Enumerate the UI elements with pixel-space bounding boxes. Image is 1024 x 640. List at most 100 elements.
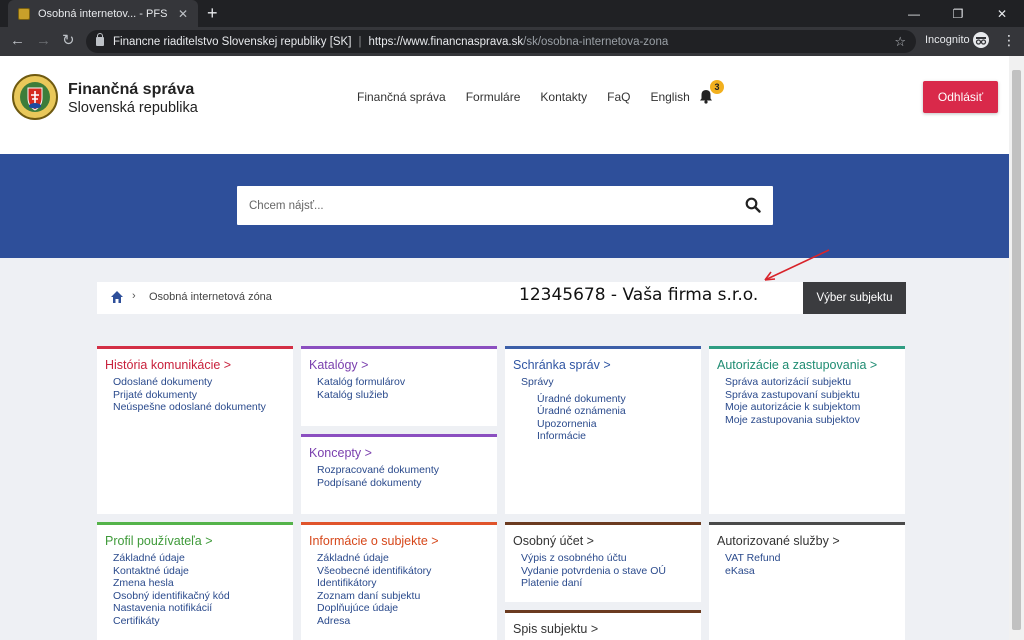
card-schranka-sprav: Schránka správ > Správy Úradné dokumenty… <box>505 346 701 514</box>
link-vypis-z-uctu[interactable]: Výpis z osobného účtu <box>521 552 693 565</box>
link-rozpracovane-dokumenty[interactable]: Rozpracované dokumenty <box>317 464 489 477</box>
search-icon[interactable] <box>745 197 761 213</box>
url-path: /sk/osobna-internetova-zona <box>523 35 669 48</box>
link-odoslane-dokumenty[interactable]: Odoslané dokumenty <box>113 376 285 389</box>
search-banner <box>0 154 1009 258</box>
reload-button[interactable]: ↻ <box>62 32 75 50</box>
card-title[interactable]: Spis subjektu > <box>513 622 693 636</box>
favicon-icon <box>18 7 30 20</box>
lock-icon <box>96 33 104 46</box>
link-adresa[interactable]: Adresa <box>317 615 489 628</box>
link-uradne-dokumenty[interactable]: Úradné dokumenty <box>537 393 693 406</box>
link-osobny-identifikacny-kod[interactable]: Osobný identifikačný kód <box>113 590 285 603</box>
select-subject-button[interactable]: Výber subjektu <box>803 282 906 314</box>
link-upozornenia[interactable]: Upozornenia <box>537 418 693 431</box>
card-osobny-ucet: Osobný účet > Výpis z osobného účtu Vyda… <box>505 522 701 602</box>
close-window-button[interactable]: ✕ <box>980 0 1024 27</box>
link-vseobecne-identifikatory[interactable]: Všeobecné identifikátory <box>317 565 489 578</box>
link-neuspesne-odoslane[interactable]: Neúspešne odoslané dokumenty <box>113 401 285 414</box>
card-profil-pouzivatela: Profil používateľa > Základné údaje Kont… <box>97 522 293 640</box>
card-title[interactable]: Koncepty > <box>309 446 489 460</box>
minimize-button[interactable]: — <box>892 0 936 27</box>
brand-country: Slovenská republika <box>68 100 198 116</box>
card-informacie-o-subjekte: Informácie o subjekte > Základné údaje V… <box>301 522 497 640</box>
link-podpisane-dokumenty[interactable]: Podpísané dokumenty <box>317 477 489 490</box>
link-prijate-dokumenty[interactable]: Prijaté dokumenty <box>113 389 285 402</box>
address-separator: | <box>358 35 362 48</box>
link-sprava-zastupovani[interactable]: Správa zastupovaní subjektu <box>725 389 897 402</box>
card-title[interactable]: Autorizácie a zastupovania > <box>717 358 897 372</box>
forward-button[interactable]: → <box>36 32 51 50</box>
link-ekasa[interactable]: eKasa <box>725 565 897 578</box>
search-input[interactable] <box>237 186 727 225</box>
card-autorizovane-sluzby: Autorizované služby > VAT Refund eKasa <box>709 522 905 640</box>
incognito-label: Incognito <box>925 34 970 46</box>
brand-name[interactable]: Finančná správa <box>68 81 194 99</box>
link-certifikaty[interactable]: Certifikáty <box>113 615 285 628</box>
browser-toolbar: ← → ↻ Financne riaditelstvo Slovenskej r… <box>0 27 1024 56</box>
annotation-arrow <box>764 249 830 281</box>
link-moje-autorizacie[interactable]: Moje autorizácie k subjektom <box>725 401 897 414</box>
browser-tab-strip: Osobná internetov... - PFS ✕ + — ❐ ✕ <box>0 0 1024 27</box>
card-title[interactable]: Profil používateľa > <box>105 534 285 548</box>
card-spis-subjektu: Spis subjektu > <box>505 610 701 640</box>
incognito-icon[interactable] <box>973 32 989 48</box>
back-button[interactable]: ← <box>10 32 25 50</box>
nav-faq[interactable]: FaQ <box>607 90 630 104</box>
home-icon[interactable] <box>110 290 124 304</box>
link-doplnujuce-udaje[interactable]: Doplňujúce údaje <box>317 602 489 615</box>
card-title[interactable]: História komunikácie > <box>105 358 285 372</box>
url-host: https://www.financnasprava.sk <box>368 35 524 48</box>
card-title[interactable]: Katalógy > <box>309 358 489 372</box>
link-zakladne-udaje-subjektu[interactable]: Základné údaje <box>317 552 489 565</box>
card-title[interactable]: Osobný účet > <box>513 534 693 548</box>
bookmark-star-icon[interactable]: ☆ <box>894 34 906 50</box>
link-vydanie-potvrdenia[interactable]: Vydanie potvrdenia o stave OÚ <box>521 565 693 578</box>
link-sprava-autorizacii[interactable]: Správa autorizácií subjektu <box>725 376 897 389</box>
link-informacie[interactable]: Informácie <box>537 430 693 443</box>
address-bar[interactable]: Financne riaditelstvo Slovenskej republi… <box>86 30 916 53</box>
tab-close-icon[interactable]: ✕ <box>178 7 188 21</box>
selected-company-label: 12345678 - Vaša firma s.r.o. <box>519 285 759 305</box>
link-uradne-oznamenia[interactable]: Úradné oznámenia <box>537 405 693 418</box>
nav-financna-sprava[interactable]: Finančná správa <box>357 90 446 104</box>
page-scrollbar[interactable] <box>1009 56 1024 640</box>
link-moje-zastupovania[interactable]: Moje zastupovania subjektov <box>725 414 897 427</box>
site-header: Finančná správa Slovenská republika Fina… <box>0 56 1009 154</box>
link-identifikatory[interactable]: Identifikátory <box>317 577 489 590</box>
link-platenie-dani[interactable]: Platenie daní <box>521 577 693 590</box>
link-zoznam-dani[interactable]: Zoznam daní subjektu <box>317 590 489 603</box>
window-controls: — ❐ ✕ <box>892 0 1024 27</box>
scrollbar-thumb[interactable] <box>1012 70 1021 630</box>
browser-menu-icon[interactable]: ⋮ <box>1002 32 1016 49</box>
link-vat-refund[interactable]: VAT Refund <box>725 552 897 565</box>
tab-title: Osobná internetov... - PFS <box>38 7 168 20</box>
web-page: Finančná správa Slovenská republika Fina… <box>0 56 1009 640</box>
card-title[interactable]: Informácie o subjekte > <box>309 534 489 548</box>
browser-tab[interactable]: Osobná internetov... - PFS ✕ <box>8 0 198 27</box>
nav-formulare[interactable]: Formuláre <box>466 90 521 104</box>
nav-english[interactable]: English <box>650 90 689 104</box>
notification-count-badge: 3 <box>710 80 724 94</box>
nav-kontakty[interactable]: Kontakty <box>540 90 587 104</box>
link-zakladne-udaje[interactable]: Základné údaje <box>113 552 285 565</box>
restore-button[interactable]: ❐ <box>936 0 980 27</box>
logout-button[interactable]: Odhlásiť <box>923 81 998 113</box>
link-zmena-hesla[interactable]: Zmena hesla <box>113 577 285 590</box>
card-title[interactable]: Autorizované služby > <box>717 534 897 548</box>
card-autorizacie-zastupovania: Autorizácie a zastupovania > Správa auto… <box>709 346 905 514</box>
link-katalog-formularov[interactable]: Katalóg formulárov <box>317 376 489 389</box>
breadcrumb: › Osobná internetová zóna 12345678 - Vaš… <box>97 282 903 314</box>
link-katalog-sluzieb[interactable]: Katalóg služieb <box>317 389 489 402</box>
site-identity: Financne riaditelstvo Slovenskej republi… <box>113 35 352 48</box>
card-historia-komunikacie: História komunikácie > Odoslané dokument… <box>97 346 293 514</box>
link-kontaktne-udaje[interactable]: Kontaktné údaje <box>113 565 285 578</box>
card-title[interactable]: Schránka správ > <box>513 358 693 372</box>
coat-of-arms-logo[interactable] <box>12 68 58 126</box>
link-nastavenia-notifikacii[interactable]: Nastavenia notifikácií <box>113 602 285 615</box>
new-tab-button[interactable]: + <box>207 3 218 23</box>
breadcrumb-separator: › <box>132 290 136 302</box>
search-box <box>237 186 773 225</box>
link-spravy[interactable]: Správy <box>521 376 693 389</box>
breadcrumb-current: Osobná internetová zóna <box>149 291 272 303</box>
